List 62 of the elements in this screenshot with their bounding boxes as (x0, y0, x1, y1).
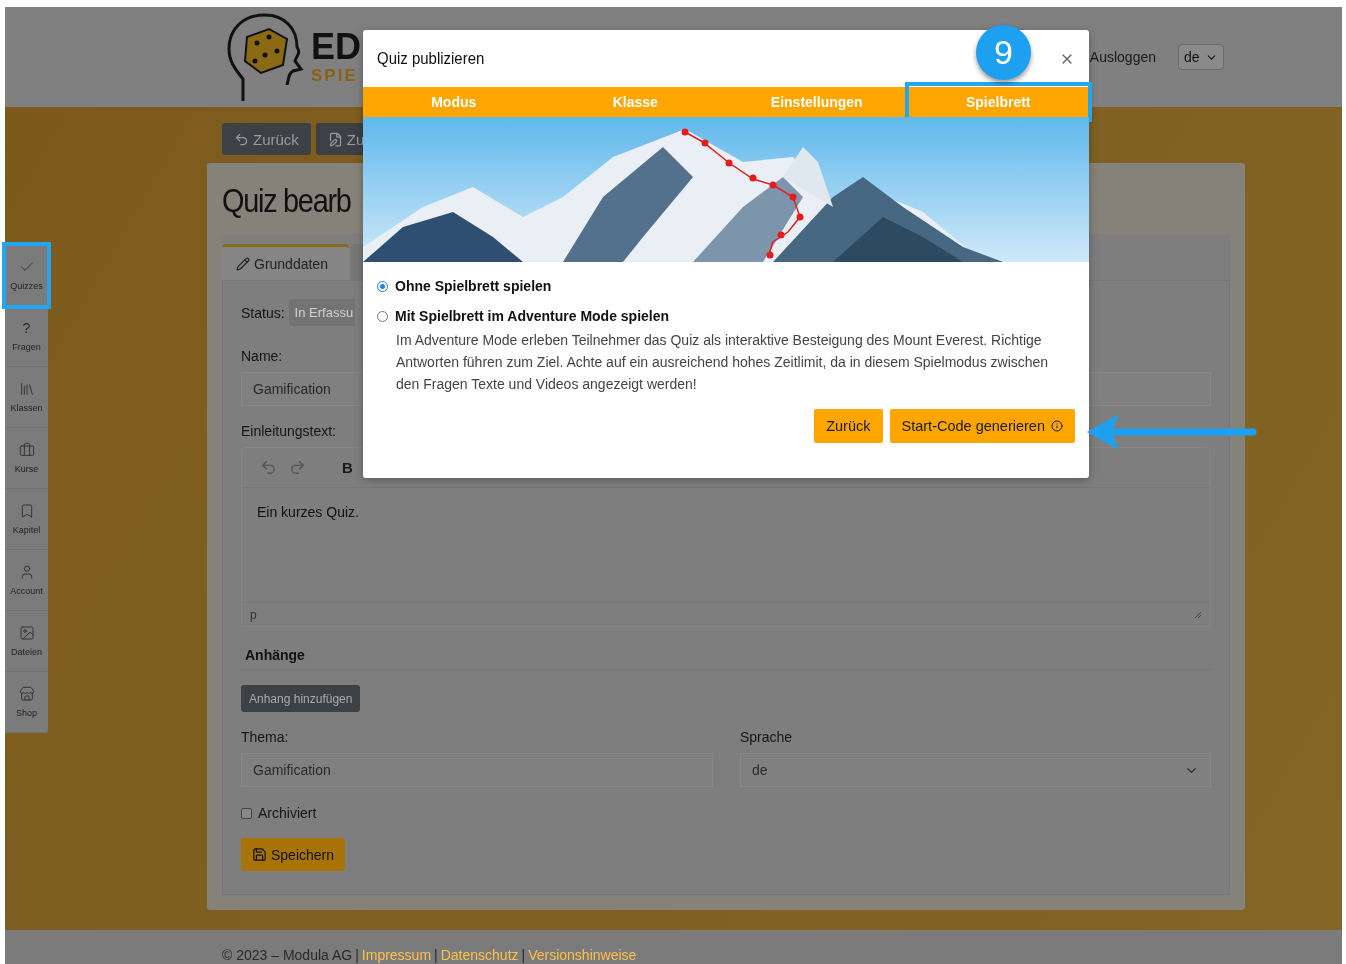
redo-icon[interactable] (289, 459, 306, 476)
step-tab[interactable]: Einstellungen (726, 87, 908, 117)
resize-icon (1194, 610, 1202, 619)
edit-button[interactable]: Zu (315, 123, 364, 155)
radio-option[interactable]: Ohne Spielbrett spielen (377, 278, 1075, 294)
radio-option[interactable]: Mit Spielbrett im Adventure Mode spielen (377, 308, 1075, 324)
logo-text: ED (311, 28, 361, 66)
question-icon: ? (22, 320, 31, 336)
store-icon (18, 686, 35, 702)
language-select[interactable]: de (740, 753, 1211, 787)
undo-icon (234, 131, 249, 147)
back-button[interactable]: Zurück (814, 409, 883, 443)
undo-icon[interactable] (260, 459, 277, 476)
bold-button[interactable]: B (342, 459, 353, 476)
dialog-title: Quiz publizieren (377, 48, 485, 69)
language-label: Sprache (740, 729, 793, 745)
separator: | (355, 947, 359, 963)
pencil-icon (236, 256, 250, 271)
sidebar-item[interactable]: Quizzes (5, 245, 48, 306)
generate-code-button[interactable]: Start-Code generieren (889, 409, 1075, 443)
books-icon (18, 381, 35, 397)
save-button[interactable]: Speichern (241, 838, 346, 871)
page-title: Quiz bearb (222, 181, 352, 220)
sidebar-item[interactable]: Account (5, 550, 48, 611)
briefcase-icon (18, 442, 35, 458)
sidebar-item[interactable]: Klassen (5, 367, 48, 428)
back-button[interactable]: Zurück (222, 123, 311, 155)
separator: | (521, 947, 526, 963)
sidebar-item[interactable]: Shop (5, 672, 48, 733)
file-pen-icon (327, 131, 343, 147)
image-icon (18, 625, 35, 641)
separator: | (434, 947, 438, 963)
footer-link[interactable]: Versionshinweise (528, 947, 637, 963)
editor-text: Ein kurzes Quiz. (256, 503, 360, 522)
theme-label: Thema: (241, 729, 289, 745)
intro-label: Einleitungstext: (241, 423, 336, 439)
step-tab[interactable]: Spielbrett (907, 85, 1089, 119)
add-attachment-button[interactable]: Anhang hinzufügen (241, 685, 361, 712)
footer-link[interactable]: Datenschutz (440, 947, 519, 963)
footer-link[interactable]: Impressum (361, 947, 432, 963)
logo-subtitle: SPIE (311, 66, 359, 86)
sidebar-item[interactable]: Kurse (5, 428, 48, 489)
archived-label: Archiviert (258, 805, 317, 821)
tab[interactable]: Grunddaten (222, 244, 349, 280)
option-description: Im Adventure Mode erleben Teilnehmer das Quiz als interaktive Besteigung des Mount Everest. Richtige Antworten führen zum Ziel. Achte auf ein ausreichend hohes Zeitlimit, da in diesem Spielmodus zwischen den Fragen Texte und Videos angezeigt werden! (396, 331, 1050, 394)
copyright-text: © 2023 – Modula AG (222, 947, 353, 963)
status-label: Status: (241, 304, 285, 321)
sidebar-item[interactable]: ? Fragen (5, 306, 48, 367)
step-tab[interactable]: Modus (363, 87, 545, 117)
step-tab[interactable]: Klasse (544, 87, 726, 117)
save-icon (252, 847, 267, 862)
element-path: p (250, 607, 257, 622)
language-select[interactable]: de (1178, 44, 1224, 70)
info-icon (1051, 420, 1063, 432)
name-label: Name: (241, 348, 283, 364)
sidebar-item[interactable]: Dateien (5, 611, 48, 672)
section-heading: Anhänge (241, 647, 1211, 670)
status-badge: In Erfassu (288, 299, 356, 326)
theme-field[interactable]: Gamification (241, 753, 713, 787)
archived-checkbox[interactable] (241, 807, 252, 819)
sidebar-item[interactable]: Kapitel (5, 489, 48, 550)
logout-link[interactable]: Ausloggen (1089, 49, 1156, 65)
